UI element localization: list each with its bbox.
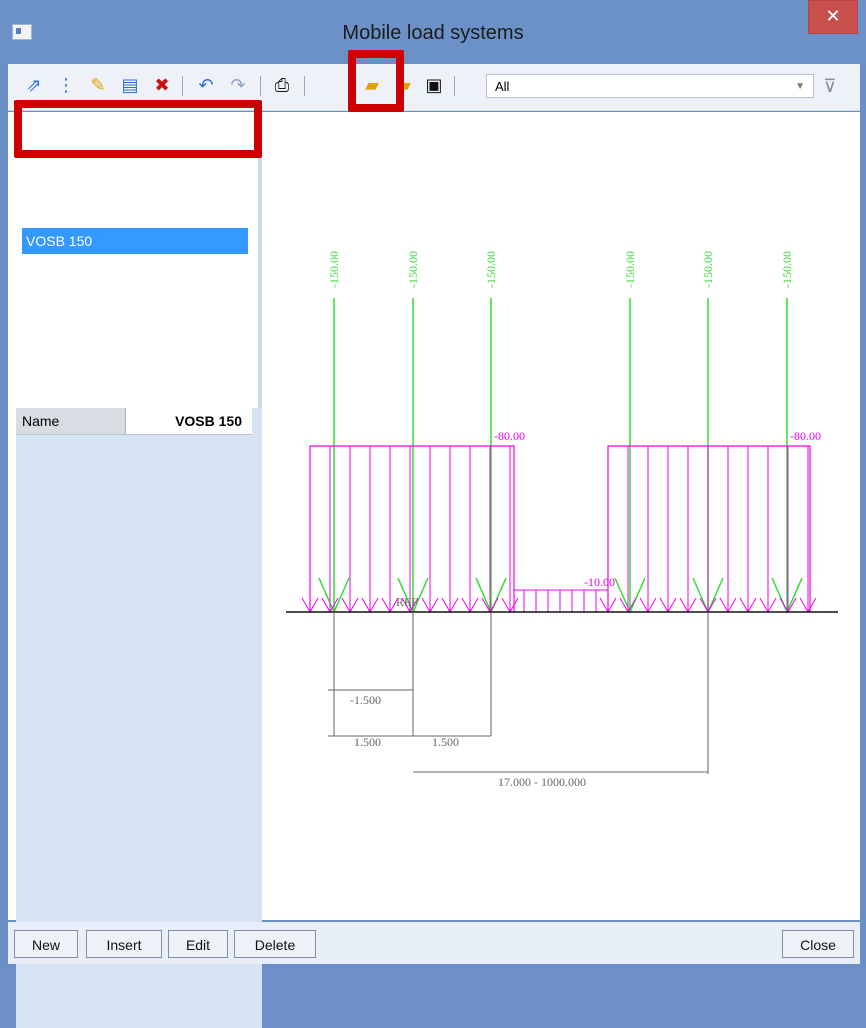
point-load-label: -150.00 (484, 251, 498, 288)
toolbar-separator (182, 76, 183, 96)
list-item-highlight (14, 100, 262, 158)
point-load-label: -150.00 (327, 251, 341, 288)
edit-icon[interactable]: ✎ (86, 74, 110, 98)
filter-dropdown[interactable]: All ▼ (486, 74, 814, 98)
property-name-label: Name (16, 408, 126, 434)
new-icon[interactable]: ⇗ (22, 74, 46, 98)
point-load-label: -150.00 (701, 251, 715, 288)
redo-icon[interactable]: ↷ (226, 74, 250, 98)
dimension-label-4: 17.000 - 1000.000 (498, 775, 586, 789)
point-loads-group: -150.00 -150.00 -150.00 -150.00 -150.00 -150.… (318, 251, 803, 614)
distributed-load-outline (607, 445, 811, 612)
undo-icon[interactable]: ↶ (194, 74, 218, 98)
drawing-canvas: -150.00 -150.00 -150.00 -150.00 -150.00 -150.… (262, 112, 860, 920)
toolbar-separator (454, 76, 455, 96)
center-load-label: -10.00 (584, 575, 615, 589)
distributed-load-label: -80.00 (790, 429, 821, 443)
property-name-value[interactable]: VOSB 150 (132, 408, 250, 434)
save-icon[interactable]: ▣ (422, 74, 446, 98)
point-load-label: -150.00 (623, 251, 637, 288)
point-load-label: -150.00 (780, 251, 794, 288)
load-diagram: -150.00 -150.00 -150.00 -150.00 -150.00 -150.… (286, 251, 838, 789)
select-icon[interactable]: ⋮ (54, 74, 78, 98)
chevron-down-icon: ▼ (795, 81, 805, 92)
dimension-label-3: 1.500 (432, 735, 459, 749)
dimensions-group: -1.500 1.500 1.500 17.000 - 1000.000 (328, 612, 709, 789)
dimension-label-2: 1.500 (354, 735, 381, 749)
dimension-label-1: -1.500 (350, 693, 381, 707)
delete-icon[interactable]: ✖ (150, 74, 174, 98)
copy-icon[interactable]: ▤ (118, 74, 142, 98)
point-load-label: -150.00 (406, 251, 420, 288)
delete-button[interactable]: Delete (234, 930, 316, 958)
list-item-vosb-150[interactable]: VOSB 150 (22, 228, 248, 254)
close-window-button[interactable]: ✕ (808, 0, 858, 34)
center-load-box (513, 589, 609, 613)
distributed-load-label: -80.00 (494, 429, 525, 443)
new-button[interactable]: New (14, 930, 78, 958)
mobile-load-systems-window: Mobile load systems ✕ ⇗ ⋮ ✎ ▤ ✖ ↶ ↷ ⎙ ▰ … (0, 0, 866, 1028)
close-button[interactable]: Close (782, 930, 854, 958)
title-bar: Mobile load systems ✕ (0, 0, 866, 60)
insert-button[interactable]: Insert (86, 930, 162, 958)
print-icon[interactable]: ⎙ (270, 74, 294, 98)
window-title: Mobile load systems (342, 22, 524, 44)
toolbar-separator (260, 76, 261, 96)
toolbar-separator (304, 76, 305, 96)
bottom-bar: New Insert Edit Delete Close (8, 922, 860, 964)
property-row-name: Name VOSB 150 (16, 408, 252, 435)
filter-value: All (495, 79, 510, 94)
ref-label: REF (396, 595, 418, 609)
open-folder-highlight (348, 50, 404, 112)
distributed-loads-group: -80.00 -80.00 -10.00 (301, 429, 821, 614)
edit-button[interactable]: Edit (168, 930, 228, 958)
filter-icon[interactable]: ⊽ (818, 74, 842, 98)
distributed-load-outline (309, 445, 515, 612)
left-pane: VOSB 150 Name VOSB 150 (8, 112, 262, 1028)
